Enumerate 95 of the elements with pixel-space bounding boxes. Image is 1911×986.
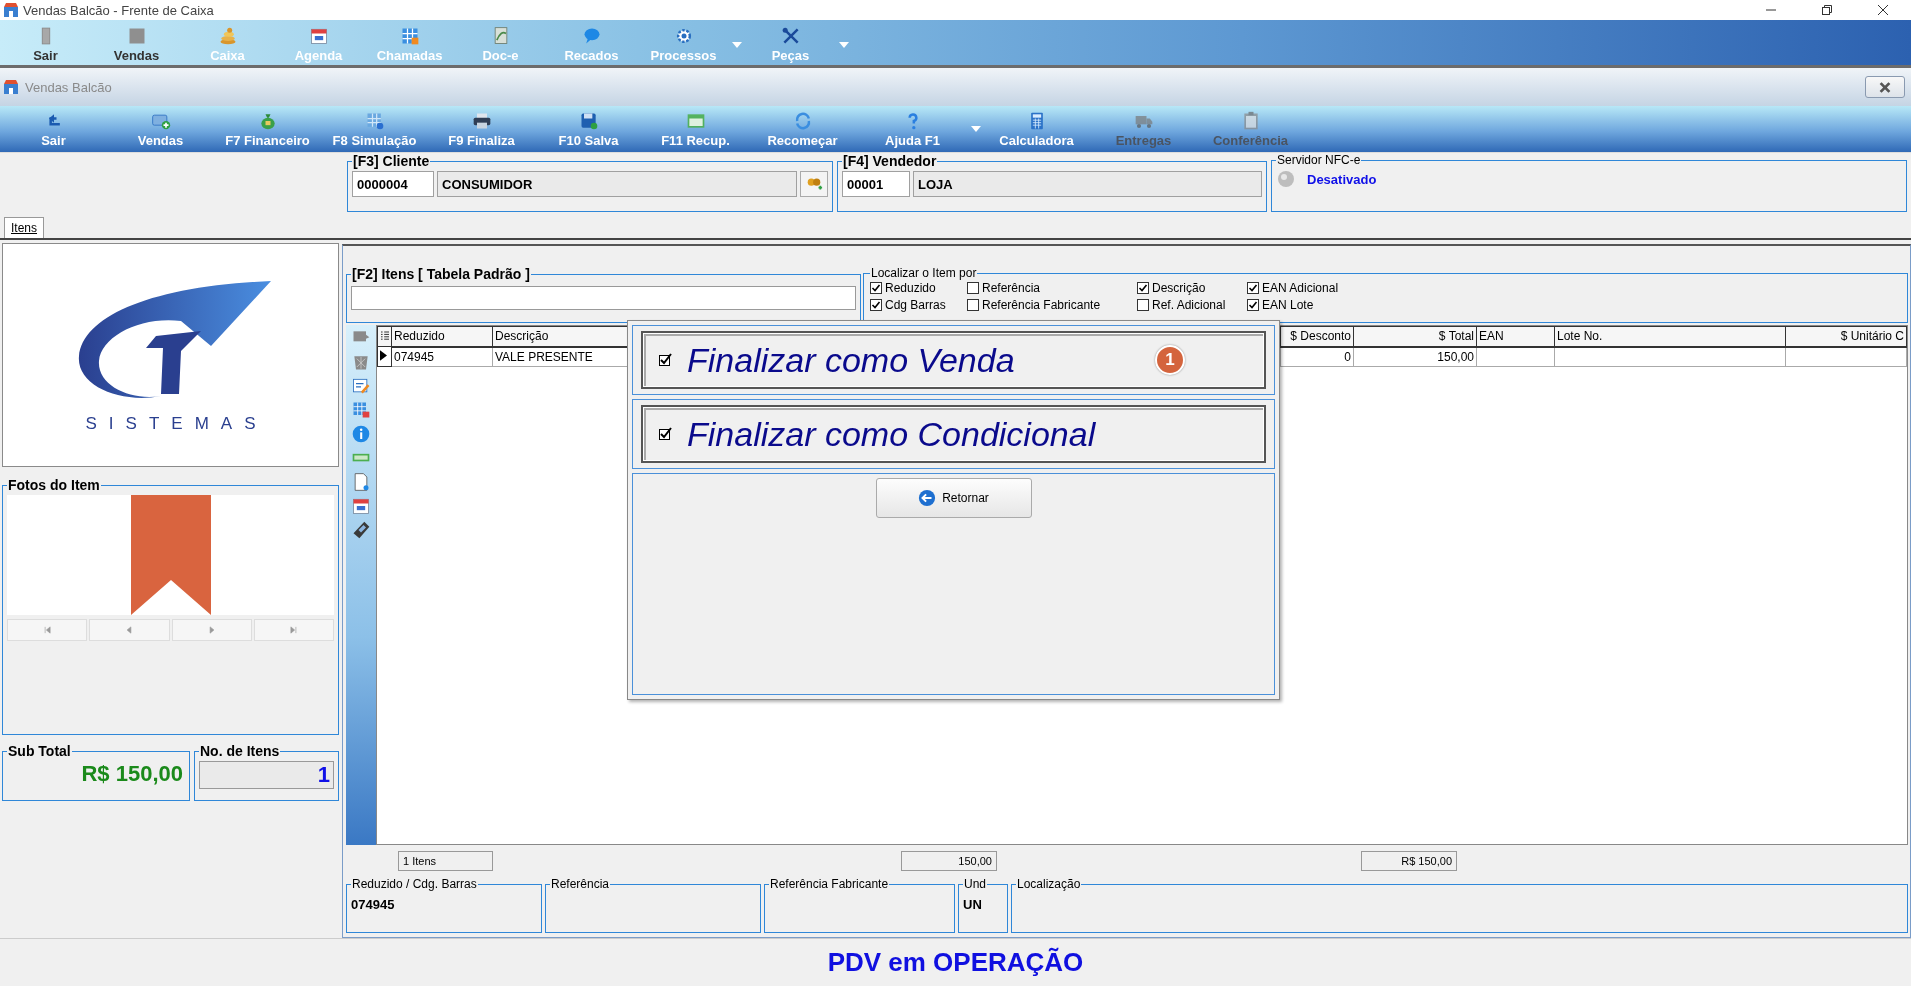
tools-icon <box>780 26 801 46</box>
info-icon[interactable] <box>351 424 371 444</box>
status-light-icon <box>1276 169 1296 189</box>
previous-icon <box>124 625 135 635</box>
toolbar-button[interactable]: Vendas <box>91 26 182 63</box>
toolbar-button[interactable]: F11 Recup. <box>642 110 749 148</box>
table-cell: 150,00 <box>1353 346 1477 367</box>
client-code-field[interactable]: 0000004 <box>352 171 434 197</box>
item-count-value: 1 <box>199 761 334 789</box>
first-icon <box>42 625 53 635</box>
seller-name-field[interactable]: LOJA <box>913 171 1262 197</box>
table-icon[interactable] <box>351 400 371 420</box>
group-title: Fotos do Item <box>7 477 101 493</box>
return-button[interactable]: Retornar <box>875 478 1032 518</box>
column-header[interactable]: $ Desconto <box>1280 326 1354 347</box>
edit-icon[interactable] <box>351 376 371 396</box>
checkbox-label: EAN Adicional <box>1262 281 1339 295</box>
table-cell: 074945 <box>391 346 493 367</box>
toolbar-button[interactable]: Vendas <box>107 110 214 148</box>
checkbox-label: Reduzido <box>885 281 936 295</box>
toolbar-button[interactable]: F7 Financeiro <box>214 110 321 148</box>
column-header[interactable]: Reduzido <box>391 326 493 347</box>
toolbar-button[interactable]: Calculadora <box>983 110 1090 148</box>
checkbox[interactable] <box>1137 299 1149 311</box>
checkbox-label: Descrição <box>1152 281 1206 295</box>
checkbox-label: Cdg Barras <box>885 298 946 312</box>
toolbar-button[interactable]: F10 Salva <box>535 110 642 148</box>
detail-value: 074945 <box>351 897 396 912</box>
group-title: [F3] Cliente <box>352 153 431 169</box>
toolbar-button[interactable]: F9 Finaliza <box>428 110 535 148</box>
group-title: No. de Itens <box>199 743 281 759</box>
toolbar-button[interactable]: Recados <box>546 26 637 63</box>
summary-field: 1 Itens <box>398 851 493 871</box>
group-title: Servidor NFC-e <box>1276 153 1362 167</box>
column-header[interactable]: $ Unitário C <box>1785 326 1907 347</box>
column-header[interactable]: EAN <box>1476 326 1555 347</box>
status-text: PDV em OPERAÇÃO <box>827 947 1084 978</box>
checkbox[interactable] <box>967 282 979 294</box>
group-title: Referência <box>550 877 611 891</box>
checkbox-label: Referência <box>982 281 1041 295</box>
seller-code-field[interactable]: 00001 <box>842 171 910 197</box>
last-icon <box>288 625 299 635</box>
toolbar-button[interactable]: Sair <box>0 26 91 63</box>
tab[interactable]: Itens <box>4 217 44 238</box>
group-title: Und <box>963 877 987 891</box>
list-icon <box>380 330 389 341</box>
group-title: Sub Total <box>7 743 72 759</box>
close-button[interactable] <box>1865 76 1905 98</box>
calendar-icon[interactable] <box>351 496 371 516</box>
finalize-option-button[interactable]: Finalizar como Condicional <box>641 405 1266 463</box>
column-header[interactable]: $ Total <box>1353 326 1477 347</box>
toolbar-button[interactable]: Ajuda F1 <box>856 110 983 148</box>
bookmark-icon <box>130 495 211 615</box>
checkbox[interactable] <box>1247 299 1259 311</box>
toolbar-button[interactable]: F8 Simulação <box>321 110 428 148</box>
scanner-icon[interactable] <box>351 520 371 540</box>
checkbox-label: Referência Fabricante <box>982 298 1101 312</box>
logo-text: SISTEMAS <box>84 414 268 434</box>
summary-field: 150,00 <box>901 851 997 871</box>
toolbar-button[interactable]: Recomeçar <box>749 110 856 148</box>
group-title: Referência Fabricante <box>769 877 890 891</box>
group-title: [F4] Vendedor <box>842 153 938 169</box>
checkbox[interactable] <box>870 282 882 294</box>
group-title: Reduzido / Cdg. Barras <box>351 877 478 891</box>
restore-icon[interactable] <box>1821 4 1833 16</box>
summary-field: R$ 150,00 <box>1361 851 1457 871</box>
checkbox[interactable] <box>870 299 882 311</box>
window-title: Vendas Balcão - Frente de Caixa <box>23 2 214 18</box>
close-icon <box>1878 81 1892 93</box>
search-field[interactable] <box>351 286 856 310</box>
caret-icon <box>732 41 742 48</box>
caret-icon <box>839 41 849 48</box>
checkbox[interactable] <box>1247 282 1259 294</box>
close-icon[interactable] <box>1877 4 1889 16</box>
subtotal-value: R$ 150,00 <box>80 761 184 787</box>
checkbox[interactable] <box>967 299 979 311</box>
checkbox[interactable] <box>1137 282 1149 294</box>
toolbar-button[interactable]: Sair <box>0 110 107 148</box>
search-client-button[interactable] <box>800 171 828 197</box>
nfce-status: Desativado <box>1307 171 1377 187</box>
group-title: Localização <box>1016 877 1082 891</box>
checkbox-label: EAN Lote <box>1262 298 1314 312</box>
group-title: Localizar o Item por <box>870 266 978 280</box>
toolbar-button[interactable]: Peças <box>744 26 851 63</box>
group-title: [F2] Itens [ Tabela Padrão ] <box>351 266 531 282</box>
caret-icon <box>971 126 981 132</box>
client-name-field[interactable]: CONSUMIDOR <box>437 171 797 197</box>
calendar-icon <box>308 26 329 46</box>
app-icon <box>3 79 19 95</box>
next-icon <box>206 625 217 635</box>
checkbox-label: Ref. Adicional <box>1152 298 1226 312</box>
detail-value: UN <box>963 897 983 912</box>
column-header[interactable]: Lote No. <box>1554 326 1786 347</box>
toolbar-button[interactable]: Processos <box>637 26 744 63</box>
child-window-title: Vendas Balcão <box>25 79 112 95</box>
